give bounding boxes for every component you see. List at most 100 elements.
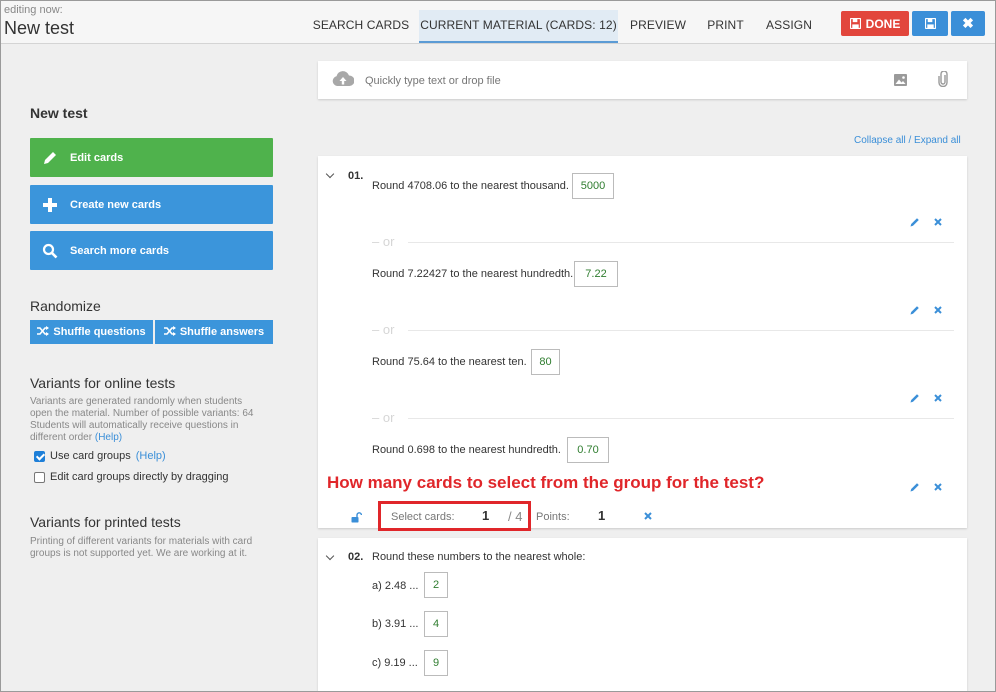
question-number: 02. bbox=[348, 551, 364, 563]
help-link[interactable]: (Help) bbox=[136, 450, 166, 462]
tab-print[interactable]: PRINT bbox=[701, 10, 750, 43]
use-card-groups-checkbox[interactable] bbox=[34, 450, 45, 462]
done-button[interactable]: DONE bbox=[841, 11, 909, 36]
subquestion-label: b) 3.91 ... bbox=[372, 618, 419, 630]
create-new-cards-button[interactable]: Create new cards bbox=[30, 185, 273, 224]
paperclip-icon[interactable] bbox=[938, 70, 948, 92]
or-separator-label: – or bbox=[372, 322, 395, 337]
question-text: Round 7.22427 to the nearest hundredth. bbox=[372, 268, 574, 280]
search-more-cards-label: Search more cards bbox=[70, 244, 170, 257]
answer-box[interactable]: 7.22 bbox=[574, 261, 618, 287]
printed-variants-heading: Variants for printed tests bbox=[30, 514, 181, 530]
select-cards-label: Select cards: bbox=[391, 511, 455, 523]
tab-assign[interactable]: ASSIGN bbox=[760, 10, 818, 43]
description-line: different order bbox=[30, 432, 93, 443]
or-separator-label: – or bbox=[372, 234, 395, 249]
or-separator-label: – or bbox=[372, 410, 395, 425]
question-text: Round these numbers to the nearest whole… bbox=[372, 551, 586, 563]
cloud-upload-icon[interactable] bbox=[332, 71, 355, 92]
shuffle-answers-button[interactable]: Shuffle answers bbox=[155, 320, 273, 344]
close-icon: ✖ bbox=[962, 15, 974, 31]
collapse-all-link[interactable]: Collapse all bbox=[854, 135, 906, 146]
question-text: Round 75.64 to the nearest ten. bbox=[372, 356, 527, 368]
answer-box[interactable]: 4 bbox=[424, 611, 448, 637]
pencil-icon[interactable] bbox=[909, 216, 921, 228]
or-label: or bbox=[382, 322, 395, 337]
subquestion-label: c) 9.19 ... bbox=[372, 657, 418, 669]
question-text: Round 4708.06 to the nearest thousand. bbox=[372, 180, 569, 192]
image-icon[interactable] bbox=[894, 73, 907, 91]
delete-group-icon[interactable] bbox=[642, 510, 654, 522]
select-cards-total: / 4 bbox=[508, 509, 523, 524]
pencil-icon bbox=[30, 150, 70, 166]
plus-icon bbox=[30, 197, 70, 212]
edit-cards-label: Edit cards bbox=[70, 151, 124, 164]
floppy-icon bbox=[849, 18, 861, 29]
edit-card-groups-checkbox[interactable] bbox=[34, 471, 45, 483]
points-label: Points: bbox=[536, 511, 570, 523]
select-cards-input[interactable]: 1 bbox=[482, 508, 489, 523]
edit-cards-button[interactable]: Edit cards bbox=[30, 138, 273, 177]
delete-icon[interactable] bbox=[932, 216, 944, 228]
divider bbox=[408, 330, 954, 331]
page-title: New test bbox=[4, 18, 75, 38]
answer-box[interactable]: 2 bbox=[424, 572, 448, 598]
collapse-expand-links: Collapse all / Expand all bbox=[854, 135, 961, 146]
subquestion-label: a) 2.48 ... bbox=[372, 580, 419, 592]
use-card-groups-label: Use card groups bbox=[50, 450, 131, 462]
link-divider: / bbox=[908, 135, 912, 146]
or-label: or bbox=[382, 410, 395, 425]
top-bar: editing now: New test SEARCH CARDS CURRE… bbox=[0, 0, 996, 44]
or-label: or bbox=[382, 234, 395, 249]
search-icon bbox=[30, 243, 70, 259]
answer-box[interactable]: 5000 bbox=[572, 173, 614, 199]
create-new-cards-label: Create new cards bbox=[70, 198, 162, 211]
divider bbox=[408, 418, 954, 419]
divider bbox=[408, 242, 954, 243]
delete-icon[interactable] bbox=[932, 392, 944, 404]
printed-variants-description: Printing of different variants for mater… bbox=[30, 536, 280, 560]
online-variants-description: Variants are generated randomly when stu… bbox=[30, 396, 280, 444]
answer-box[interactable]: 80 bbox=[531, 349, 560, 375]
delete-icon[interactable] bbox=[932, 481, 944, 493]
answer-box[interactable]: 0.70 bbox=[567, 437, 609, 463]
delete-icon[interactable] bbox=[932, 304, 944, 316]
done-label: DONE bbox=[865, 16, 901, 31]
unlock-icon[interactable] bbox=[351, 510, 363, 528]
pencil-icon[interactable] bbox=[909, 481, 921, 493]
material-title: New test bbox=[30, 105, 88, 121]
annotation-callout: How many cards to select from the group … bbox=[327, 473, 765, 492]
shuffle-icon bbox=[163, 325, 176, 339]
expand-all-link[interactable]: Expand all bbox=[914, 135, 961, 146]
use-card-groups-option[interactable]: Use card groups (Help) bbox=[34, 450, 166, 462]
description-line: Printing of different variants for mater… bbox=[30, 536, 253, 547]
question-text: Round 0.698 to the nearest hundredth. bbox=[372, 444, 561, 456]
online-variants-heading: Variants for online tests bbox=[30, 375, 176, 391]
description-line: open the material. Number of possible va… bbox=[30, 408, 254, 419]
close-button[interactable]: ✖ bbox=[951, 11, 985, 36]
tab-current-material[interactable]: CURRENT MATERIAL (CARDS: 12) bbox=[419, 10, 618, 43]
answer-box[interactable]: 9 bbox=[424, 650, 448, 676]
editing-label: editing now: bbox=[4, 4, 63, 16]
tab-search-cards[interactable]: SEARCH CARDS bbox=[308, 10, 414, 43]
points-input[interactable]: 1 bbox=[598, 508, 605, 523]
pencil-icon[interactable] bbox=[909, 392, 921, 404]
help-link[interactable]: (Help) bbox=[95, 432, 122, 443]
save-button[interactable] bbox=[912, 11, 948, 36]
shuffle-questions-button[interactable]: Shuffle questions bbox=[30, 320, 153, 344]
quick-input-placeholder[interactable]: Quickly type text or drop file bbox=[365, 75, 501, 87]
floppy-icon bbox=[924, 18, 936, 29]
shuffle-icon bbox=[37, 325, 50, 339]
edit-card-groups-option[interactable]: Edit card groups directly by dragging bbox=[34, 471, 229, 483]
description-line: Variants are generated randomly when stu… bbox=[30, 396, 243, 407]
question-number: 01. bbox=[348, 170, 364, 182]
shuffle-questions-label: Shuffle questions bbox=[53, 326, 146, 338]
description-line: groups is not supported yet. We are work… bbox=[30, 548, 248, 559]
search-more-cards-button[interactable]: Search more cards bbox=[30, 231, 273, 270]
quick-input-bar[interactable]: Quickly type text or drop file bbox=[318, 61, 967, 99]
edit-card-groups-label: Edit card groups directly by dragging bbox=[50, 471, 229, 483]
pencil-icon[interactable] bbox=[909, 304, 921, 316]
shuffle-answers-label: Shuffle answers bbox=[179, 326, 265, 338]
tab-preview[interactable]: PREVIEW bbox=[626, 10, 690, 43]
description-line: Students will automatically receive ques… bbox=[30, 420, 239, 431]
